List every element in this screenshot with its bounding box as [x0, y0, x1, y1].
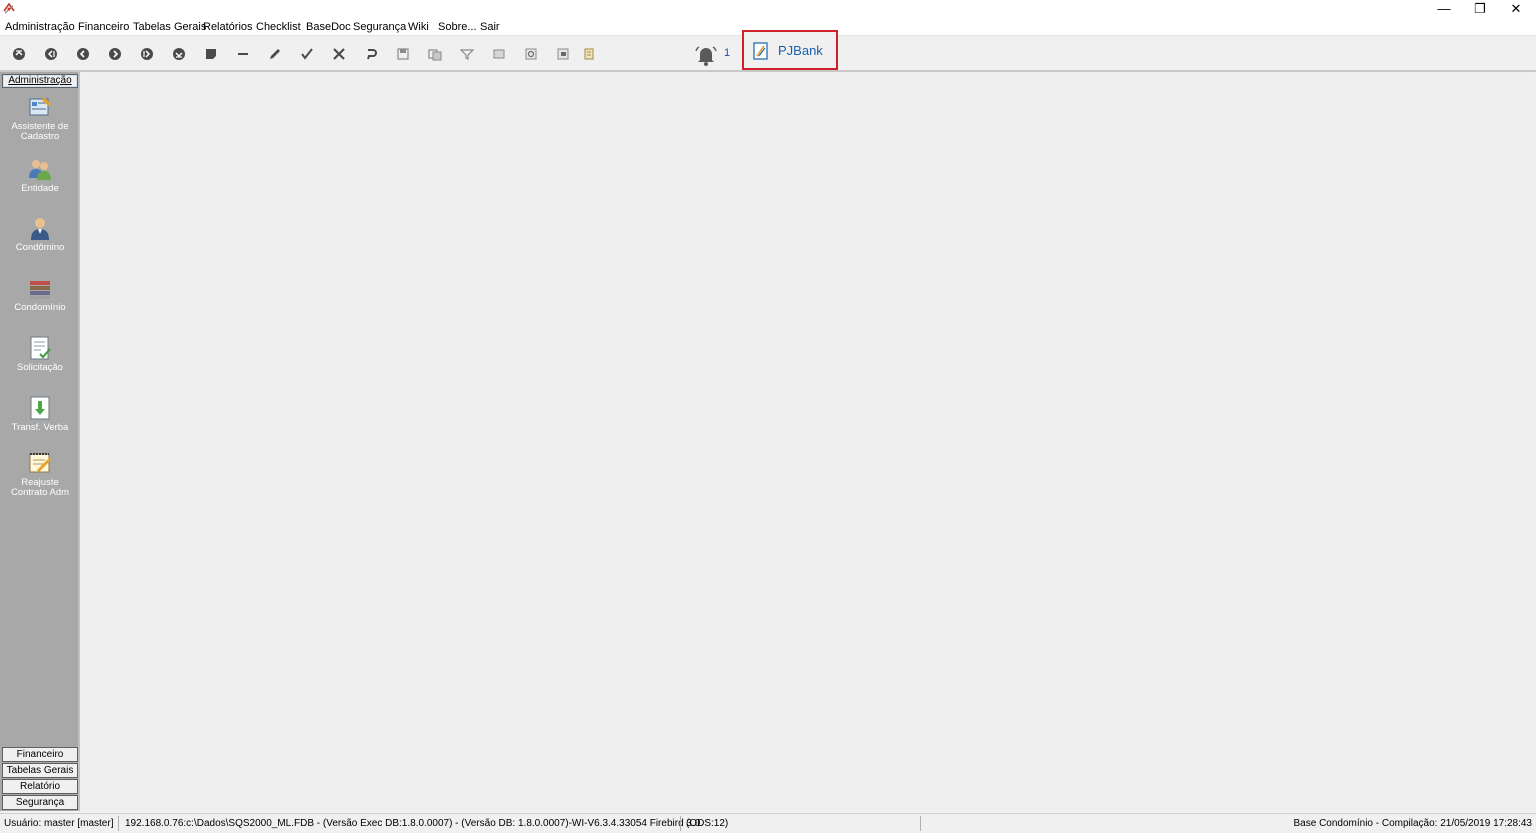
last-record-button[interactable]	[170, 45, 188, 63]
notification-bell-icon[interactable]	[694, 44, 718, 66]
panel-tab-seguranca[interactable]: Segurança	[2, 795, 78, 810]
panel-tab-tabelas-gerais[interactable]: Tabelas Gerais	[2, 763, 78, 778]
nav-label: Reajuste Contrato Adm	[10, 477, 70, 498]
export-button[interactable]	[554, 45, 572, 63]
nav-label: Solicitação	[17, 362, 63, 373]
entity-icon	[29, 160, 51, 180]
preview-button[interactable]	[522, 45, 540, 63]
menu-relatorios[interactable]: Relatórios	[203, 19, 253, 35]
next-icon	[109, 48, 121, 60]
report-icon	[584, 48, 594, 60]
previous-icon	[77, 48, 89, 60]
report-button[interactable]	[580, 45, 598, 63]
delete-icon	[238, 53, 248, 55]
undo-icon	[367, 49, 377, 60]
next-page-button[interactable]	[138, 45, 156, 63]
print-button[interactable]	[490, 45, 508, 63]
panel-tab-relatorio[interactable]: Relatório	[2, 779, 78, 794]
edit-icon	[270, 49, 280, 59]
close-button[interactable]: ✕	[1498, 0, 1534, 17]
status-separator	[680, 816, 681, 831]
status-user: Usuário: master [master]	[4, 818, 114, 829]
first-record-button[interactable]	[10, 45, 28, 63]
next-page-icon	[141, 48, 153, 60]
copy-button[interactable]	[426, 45, 444, 63]
menu-wiki[interactable]: Wiki	[408, 19, 429, 35]
export-icon	[557, 48, 569, 60]
status-connection: 192.168.0.76:c:\Dados\SQS2000_ML.FDB - (…	[125, 818, 701, 829]
status-build: Base Condomínio - Compilação: 21/05/2019…	[1293, 818, 1533, 829]
menu-administracao[interactable]: Administração	[5, 19, 75, 35]
nav-solicitacao[interactable]: Solicitação	[2, 335, 78, 373]
pjbank-button[interactable]: PJBank	[742, 30, 838, 70]
nav-label: Transf. Verba	[11, 422, 69, 433]
filter-button[interactable]	[458, 45, 476, 63]
nav-label: Entidade	[21, 183, 59, 194]
buildings-icon	[30, 281, 50, 299]
first-icon	[13, 48, 25, 60]
insert-button[interactable]	[202, 45, 220, 63]
nav-condominio[interactable]: Condomínio	[2, 275, 78, 313]
menu-tabelas-gerais[interactable]: Tabelas Gerais	[133, 19, 206, 35]
status-ods: (ODS:12)	[686, 818, 729, 829]
cancel-icon	[333, 48, 345, 60]
menu-sair[interactable]: Sair	[480, 19, 500, 35]
menu-financeiro[interactable]: Financeiro	[78, 19, 129, 35]
notification-count: 1	[724, 47, 731, 59]
filter-icon	[460, 49, 474, 60]
pjbank-label: PJBank	[778, 43, 823, 58]
print-icon	[493, 49, 505, 59]
nav-assistente-de-cadastro[interactable]: Assistente de Cadastro	[2, 94, 78, 142]
nav-label: Condomínio	[14, 302, 66, 313]
nav-condomino[interactable]: Condômino	[2, 215, 78, 253]
minimize-button[interactable]: —	[1426, 0, 1462, 17]
undo-button[interactable]	[362, 45, 380, 63]
status-separator	[920, 816, 921, 831]
preview-icon	[525, 48, 537, 60]
status-separator	[118, 816, 119, 831]
confirm-icon	[301, 48, 313, 60]
contract-icon	[29, 453, 51, 473]
insert-icon	[206, 49, 216, 59]
nav-label: Condômino	[15, 242, 65, 253]
nav-transf-verba[interactable]: Transf. Verba	[2, 395, 78, 433]
last-icon	[173, 48, 185, 60]
nav-label: Assistente de Cadastro	[11, 121, 69, 142]
save-button[interactable]	[394, 45, 412, 63]
edit-button[interactable]	[266, 45, 284, 63]
menu-checklist[interactable]: Checklist	[256, 19, 301, 35]
menu-seguranca[interactable]: Segurança	[353, 19, 406, 35]
delete-button[interactable]	[234, 45, 252, 63]
transfer-icon	[30, 396, 50, 420]
toolbar: 1 PJBank	[0, 30, 1536, 72]
nav-entidade[interactable]: Entidade	[2, 156, 78, 194]
nav-reajuste-contrato-adm[interactable]: Reajuste Contrato Adm	[2, 450, 78, 498]
copy-icon	[428, 49, 442, 61]
main-workspace	[82, 73, 1534, 811]
menu-sobre[interactable]: Sobre...	[438, 19, 477, 35]
save-icon	[397, 48, 409, 60]
confirm-button[interactable]	[298, 45, 316, 63]
left-navigation-panel: Administração Assistente de Cadastro Ent…	[0, 72, 80, 811]
previous-record-button[interactable]	[74, 45, 92, 63]
wizard-icon	[29, 97, 51, 116]
status-bar: Usuário: master [master] 192.168.0.76:c:…	[0, 813, 1536, 833]
app-logo-icon	[3, 2, 15, 14]
menu-basedoc[interactable]: BaseDoc	[306, 19, 351, 35]
panel-header-administracao[interactable]: Administração	[2, 74, 78, 88]
previous-page-icon	[45, 48, 57, 60]
cancel-button[interactable]	[330, 45, 348, 63]
title-bar: — ❐ ✕	[0, 0, 1536, 17]
pjbank-icon	[753, 42, 768, 60]
previous-page-button[interactable]	[42, 45, 60, 63]
person-icon	[31, 218, 49, 240]
request-icon	[30, 336, 51, 360]
next-record-button[interactable]	[106, 45, 124, 63]
restore-button[interactable]: ❐	[1462, 0, 1498, 17]
panel-tab-financeiro[interactable]: Financeiro	[2, 747, 78, 762]
